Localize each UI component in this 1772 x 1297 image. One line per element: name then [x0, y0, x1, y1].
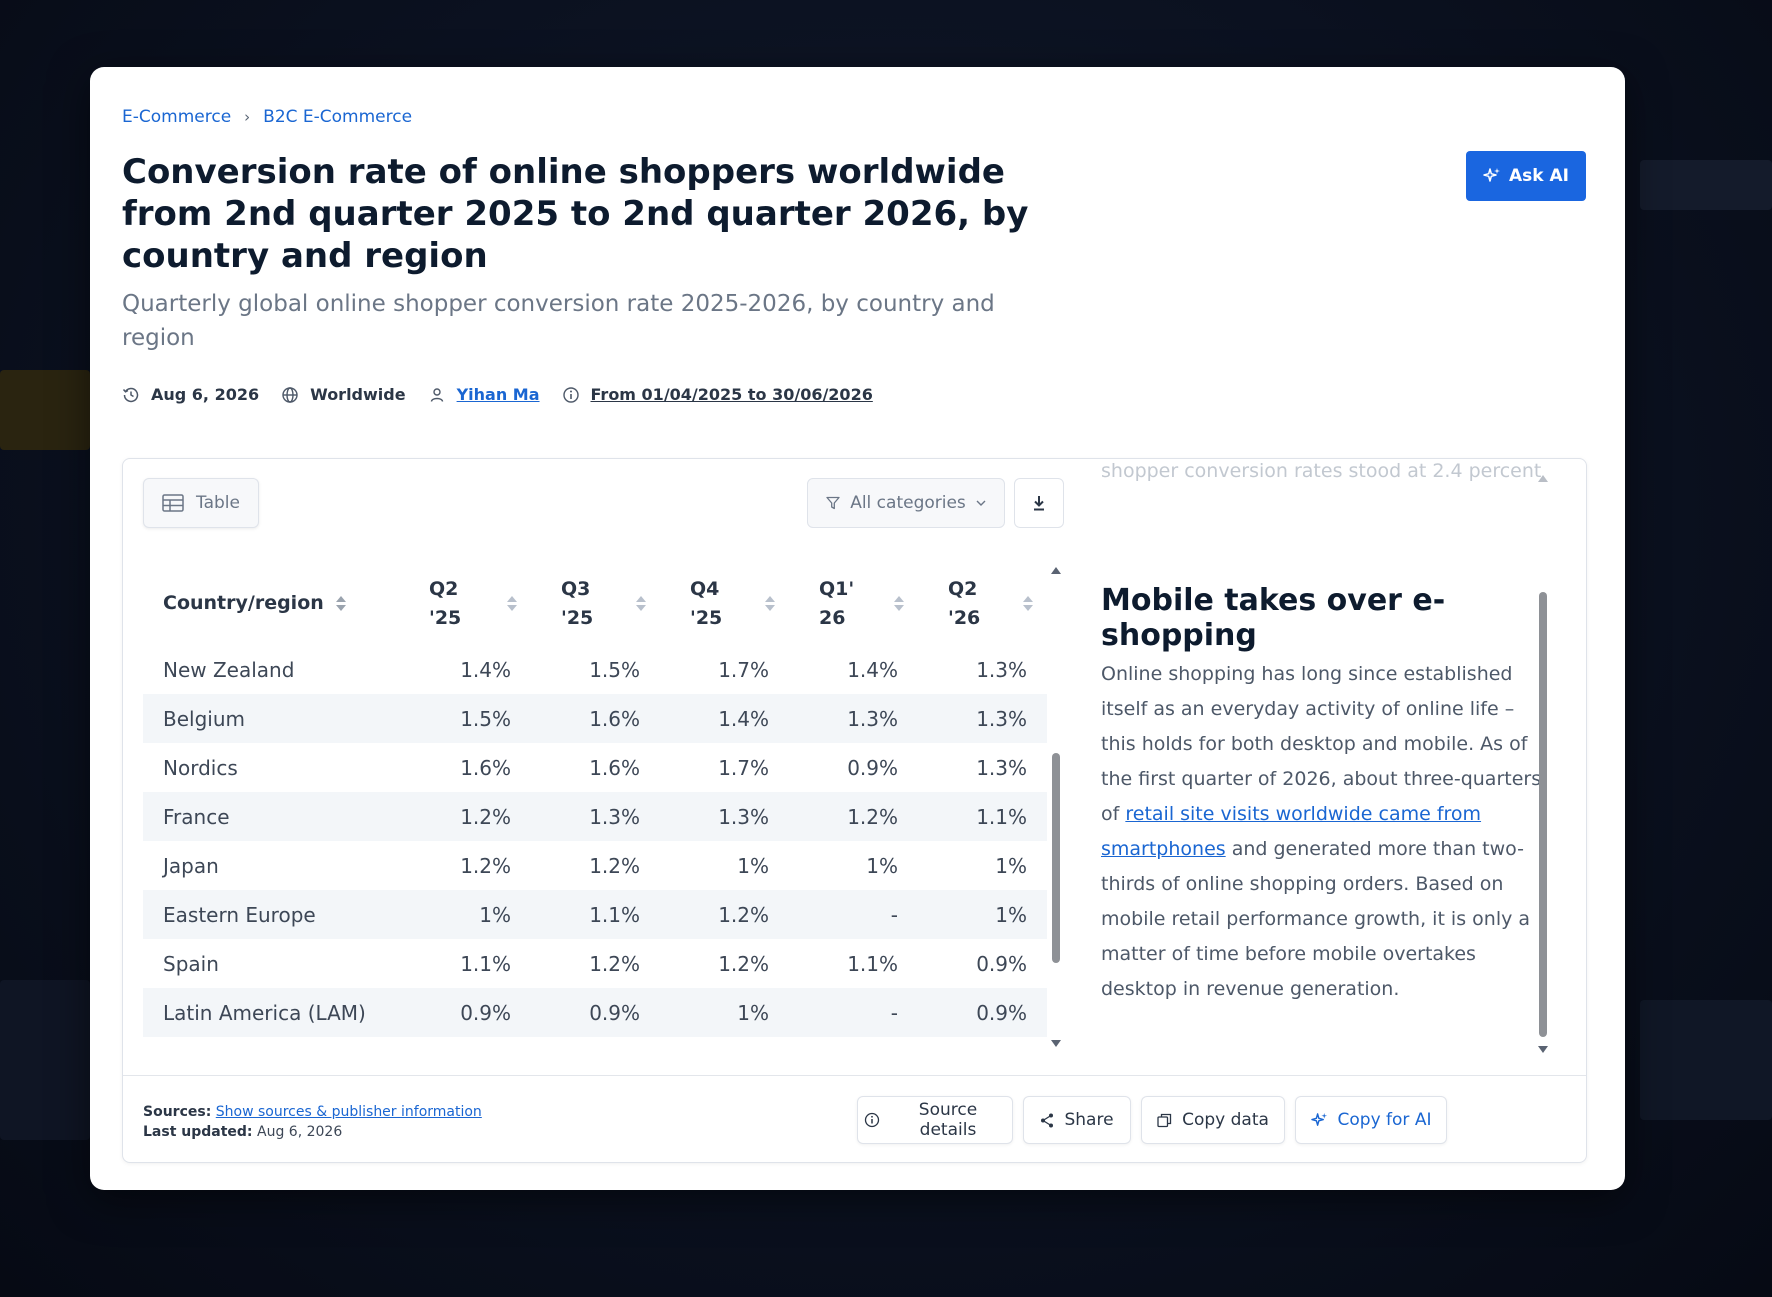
page-title: Conversion rate of online shoppers world… [122, 152, 1029, 276]
sort-icon [636, 596, 646, 611]
meta-author: Yihan Ma [428, 385, 540, 404]
table-row: Nordics 1.6% 1.6% 1.7% 0.9% 1.3% [163, 755, 1027, 780]
table-row: Eastern Europe 1% 1.1% 1.2% - 1% [143, 890, 1047, 939]
sparkle-icon [1483, 167, 1501, 185]
column-header-q1-26[interactable]: Q1' 26 [789, 562, 918, 645]
download-icon [1032, 495, 1046, 511]
column-header-q4-25[interactable]: Q4'25 [660, 562, 789, 645]
background-block [0, 370, 90, 450]
share-icon [1040, 1113, 1054, 1128]
panel-footer: Sources: Show sources & publisher inform… [123, 1075, 1586, 1163]
data-table-scroll-area[interactable]: Country/region Q2'25 Q3 '25 Q4 '25 Q1' 2… [143, 562, 1047, 1044]
download-button[interactable] [1014, 478, 1064, 528]
source-details-button[interactable]: Source details [857, 1096, 1013, 1144]
chevron-right-icon: › [244, 108, 251, 126]
info-icon [864, 1112, 880, 1128]
scrollbar-thumb[interactable] [1052, 753, 1060, 963]
scroll-up-arrow-icon[interactable] [1051, 567, 1061, 574]
breadcrumb-b2c-ecommerce[interactable]: B2C E-Commerce [263, 107, 412, 127]
sort-icon [1023, 596, 1033, 611]
description-panel: shopper conversion rates stood at 2.4 pe… [1101, 459, 1561, 1059]
background-block [1640, 160, 1772, 210]
scroll-up-arrow-icon[interactable] [1538, 475, 1548, 482]
faded-previous-text: shopper conversion rates stood at 2.4 pe… [1101, 460, 1541, 482]
description-scrollbar[interactable] [1536, 475, 1550, 1053]
column-header-q3-25[interactable]: Q3'25 [531, 562, 660, 645]
meta-region: Worldwide [281, 385, 406, 404]
table-view-button[interactable]: Table [143, 478, 259, 528]
info-icon [562, 386, 580, 404]
sort-icon [335, 596, 346, 611]
meta-date: Aug 6, 2026 [122, 385, 259, 404]
table-row: Japan 1.2% 1.2% 1% 1% 1% [163, 853, 1027, 878]
date-range-link[interactable]: From 01/04/2025 to 30/06/2026 [591, 385, 873, 404]
filter-icon [826, 496, 840, 510]
user-icon [428, 386, 446, 404]
table-row: Spain 1.1% 1.2% 1.2% 1.1% 0.9% [163, 951, 1027, 976]
ask-ai-label: Ask AI [1509, 166, 1569, 186]
table-row: Belgium 1.5% 1.6% 1.4% 1.3% 1.3% [143, 694, 1047, 743]
table-row: New Zealand 1.4% 1.5% 1.7% 1.4% 1.3% [163, 657, 1027, 682]
scroll-down-arrow-icon[interactable] [1051, 1040, 1061, 1047]
breadcrumb: E-Commerce › B2C E-Commerce [122, 107, 412, 127]
description-heading: Mobile takes over e-shopping [1101, 583, 1446, 653]
background-block [1640, 1000, 1772, 1120]
breadcrumb-ecommerce[interactable]: E-Commerce [122, 107, 231, 127]
table-row: France 1.2% 1.3% 1.3% 1.2% 1.1% [143, 792, 1047, 841]
copy-data-button[interactable]: Copy data [1141, 1096, 1285, 1144]
background-block [0, 980, 90, 1140]
page-subtitle: Quarterly global online shopper conversi… [122, 291, 995, 351]
table-scrollbar[interactable] [1049, 567, 1063, 1047]
statistic-panel: Table All categories Country/region Q2 '… [122, 458, 1587, 1163]
table-row: Latin America (LAM) 0.9% 0.9% 1% - 0.9% [143, 988, 1047, 1037]
history-icon [122, 386, 140, 404]
categories-filter-dropdown[interactable]: All categories [807, 478, 1005, 528]
column-header-country[interactable]: Country/region [143, 562, 399, 645]
meta-range: From 01/04/2025 to 30/06/2026 [562, 385, 873, 404]
copy-for-ai-button[interactable]: Copy for AI [1295, 1096, 1447, 1144]
show-sources-link[interactable]: Show sources & publisher information [216, 1104, 482, 1120]
share-button[interactable]: Share [1023, 1096, 1131, 1144]
description-text: Online shopping has long since establish… [1101, 663, 1542, 1000]
meta-bar: Aug 6, 2026 Worldwide Yihan Ma From 01/0… [122, 385, 895, 404]
sort-icon [894, 596, 904, 611]
sparkle-icon [1310, 1112, 1328, 1129]
sort-icon [507, 596, 517, 611]
sort-icon [765, 596, 775, 611]
scroll-down-arrow-icon[interactable] [1538, 1046, 1548, 1053]
globe-icon [281, 386, 299, 404]
data-table: Country/region Q2'25 Q3 '25 Q4 '25 Q1' 2… [143, 562, 1047, 1037]
chevron-down-icon [976, 500, 986, 507]
column-header-q2-25[interactable]: Q2'25 [399, 562, 531, 645]
scrollbar-thumb[interactable] [1539, 592, 1547, 1037]
ask-ai-button[interactable]: Ask AI [1466, 151, 1586, 201]
table-header-row: Country/region Q2'25 Q3 '25 Q4 '25 Q1' 2… [143, 562, 1047, 645]
table-icon [162, 494, 184, 512]
author-link[interactable]: Yihan Ma [457, 385, 540, 404]
source-info: Sources: Show sources & publisher inform… [143, 1104, 482, 1140]
column-header-q2-26[interactable]: Q2'26 [918, 562, 1047, 645]
statistic-modal: E-Commerce › B2C E-Commerce Conversion r… [90, 67, 1625, 1190]
copy-icon [1157, 1113, 1172, 1128]
